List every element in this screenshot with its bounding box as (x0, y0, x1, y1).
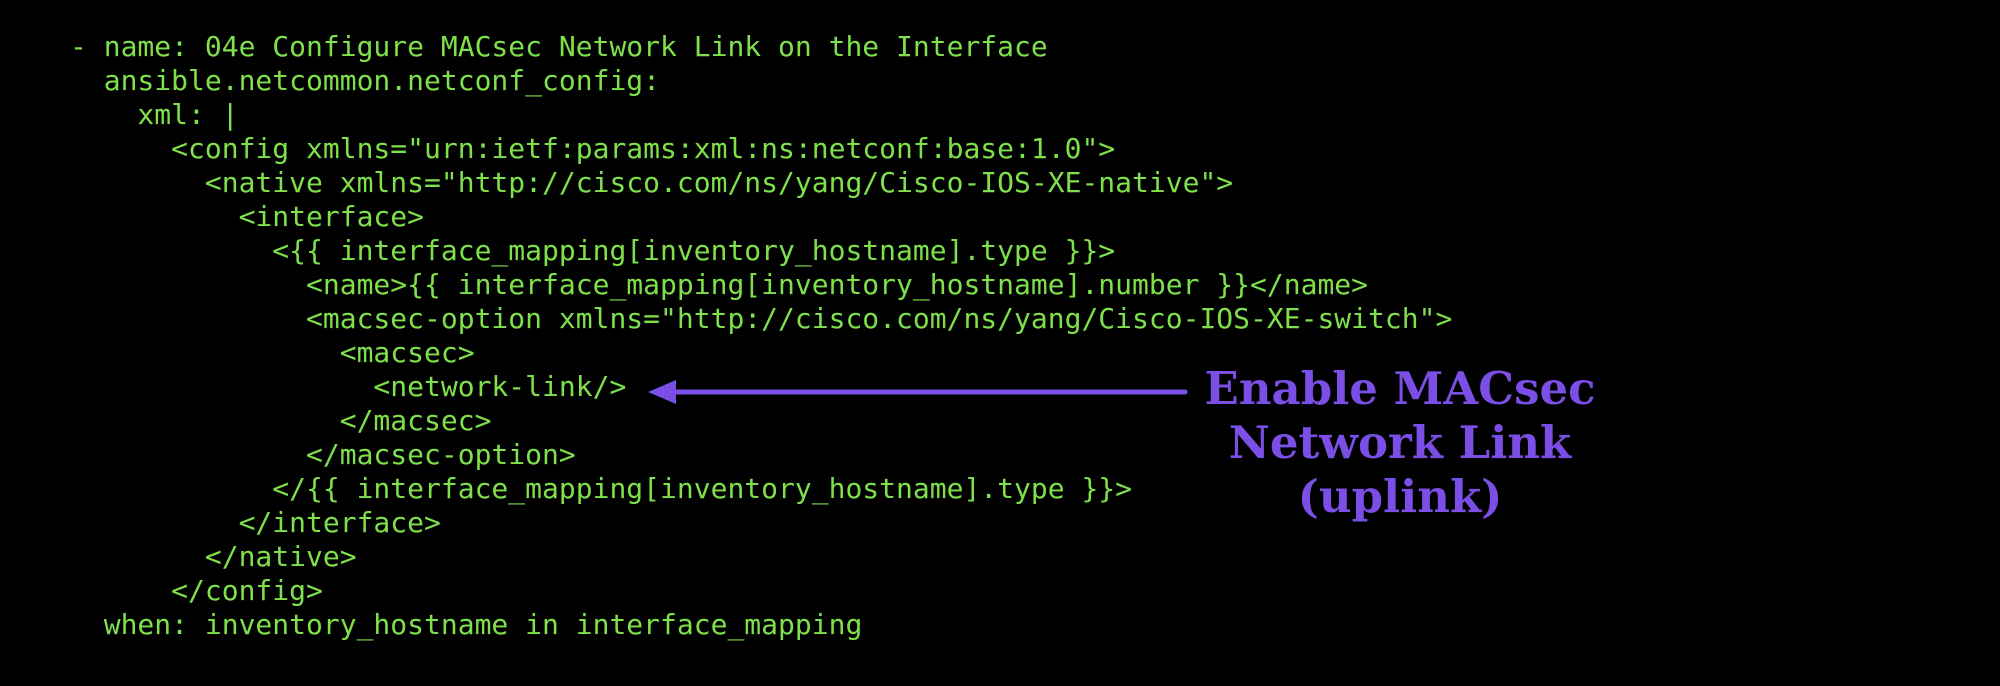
annotation-label: Enable MACsec Network Link (uplink) (1200, 362, 1600, 524)
annotation-line: (uplink) (1297, 470, 1503, 523)
annotation-line: Enable MACsec (1204, 362, 1596, 415)
arrow-left-icon (648, 380, 1188, 404)
annotation-line: Network Link (1228, 416, 1572, 469)
